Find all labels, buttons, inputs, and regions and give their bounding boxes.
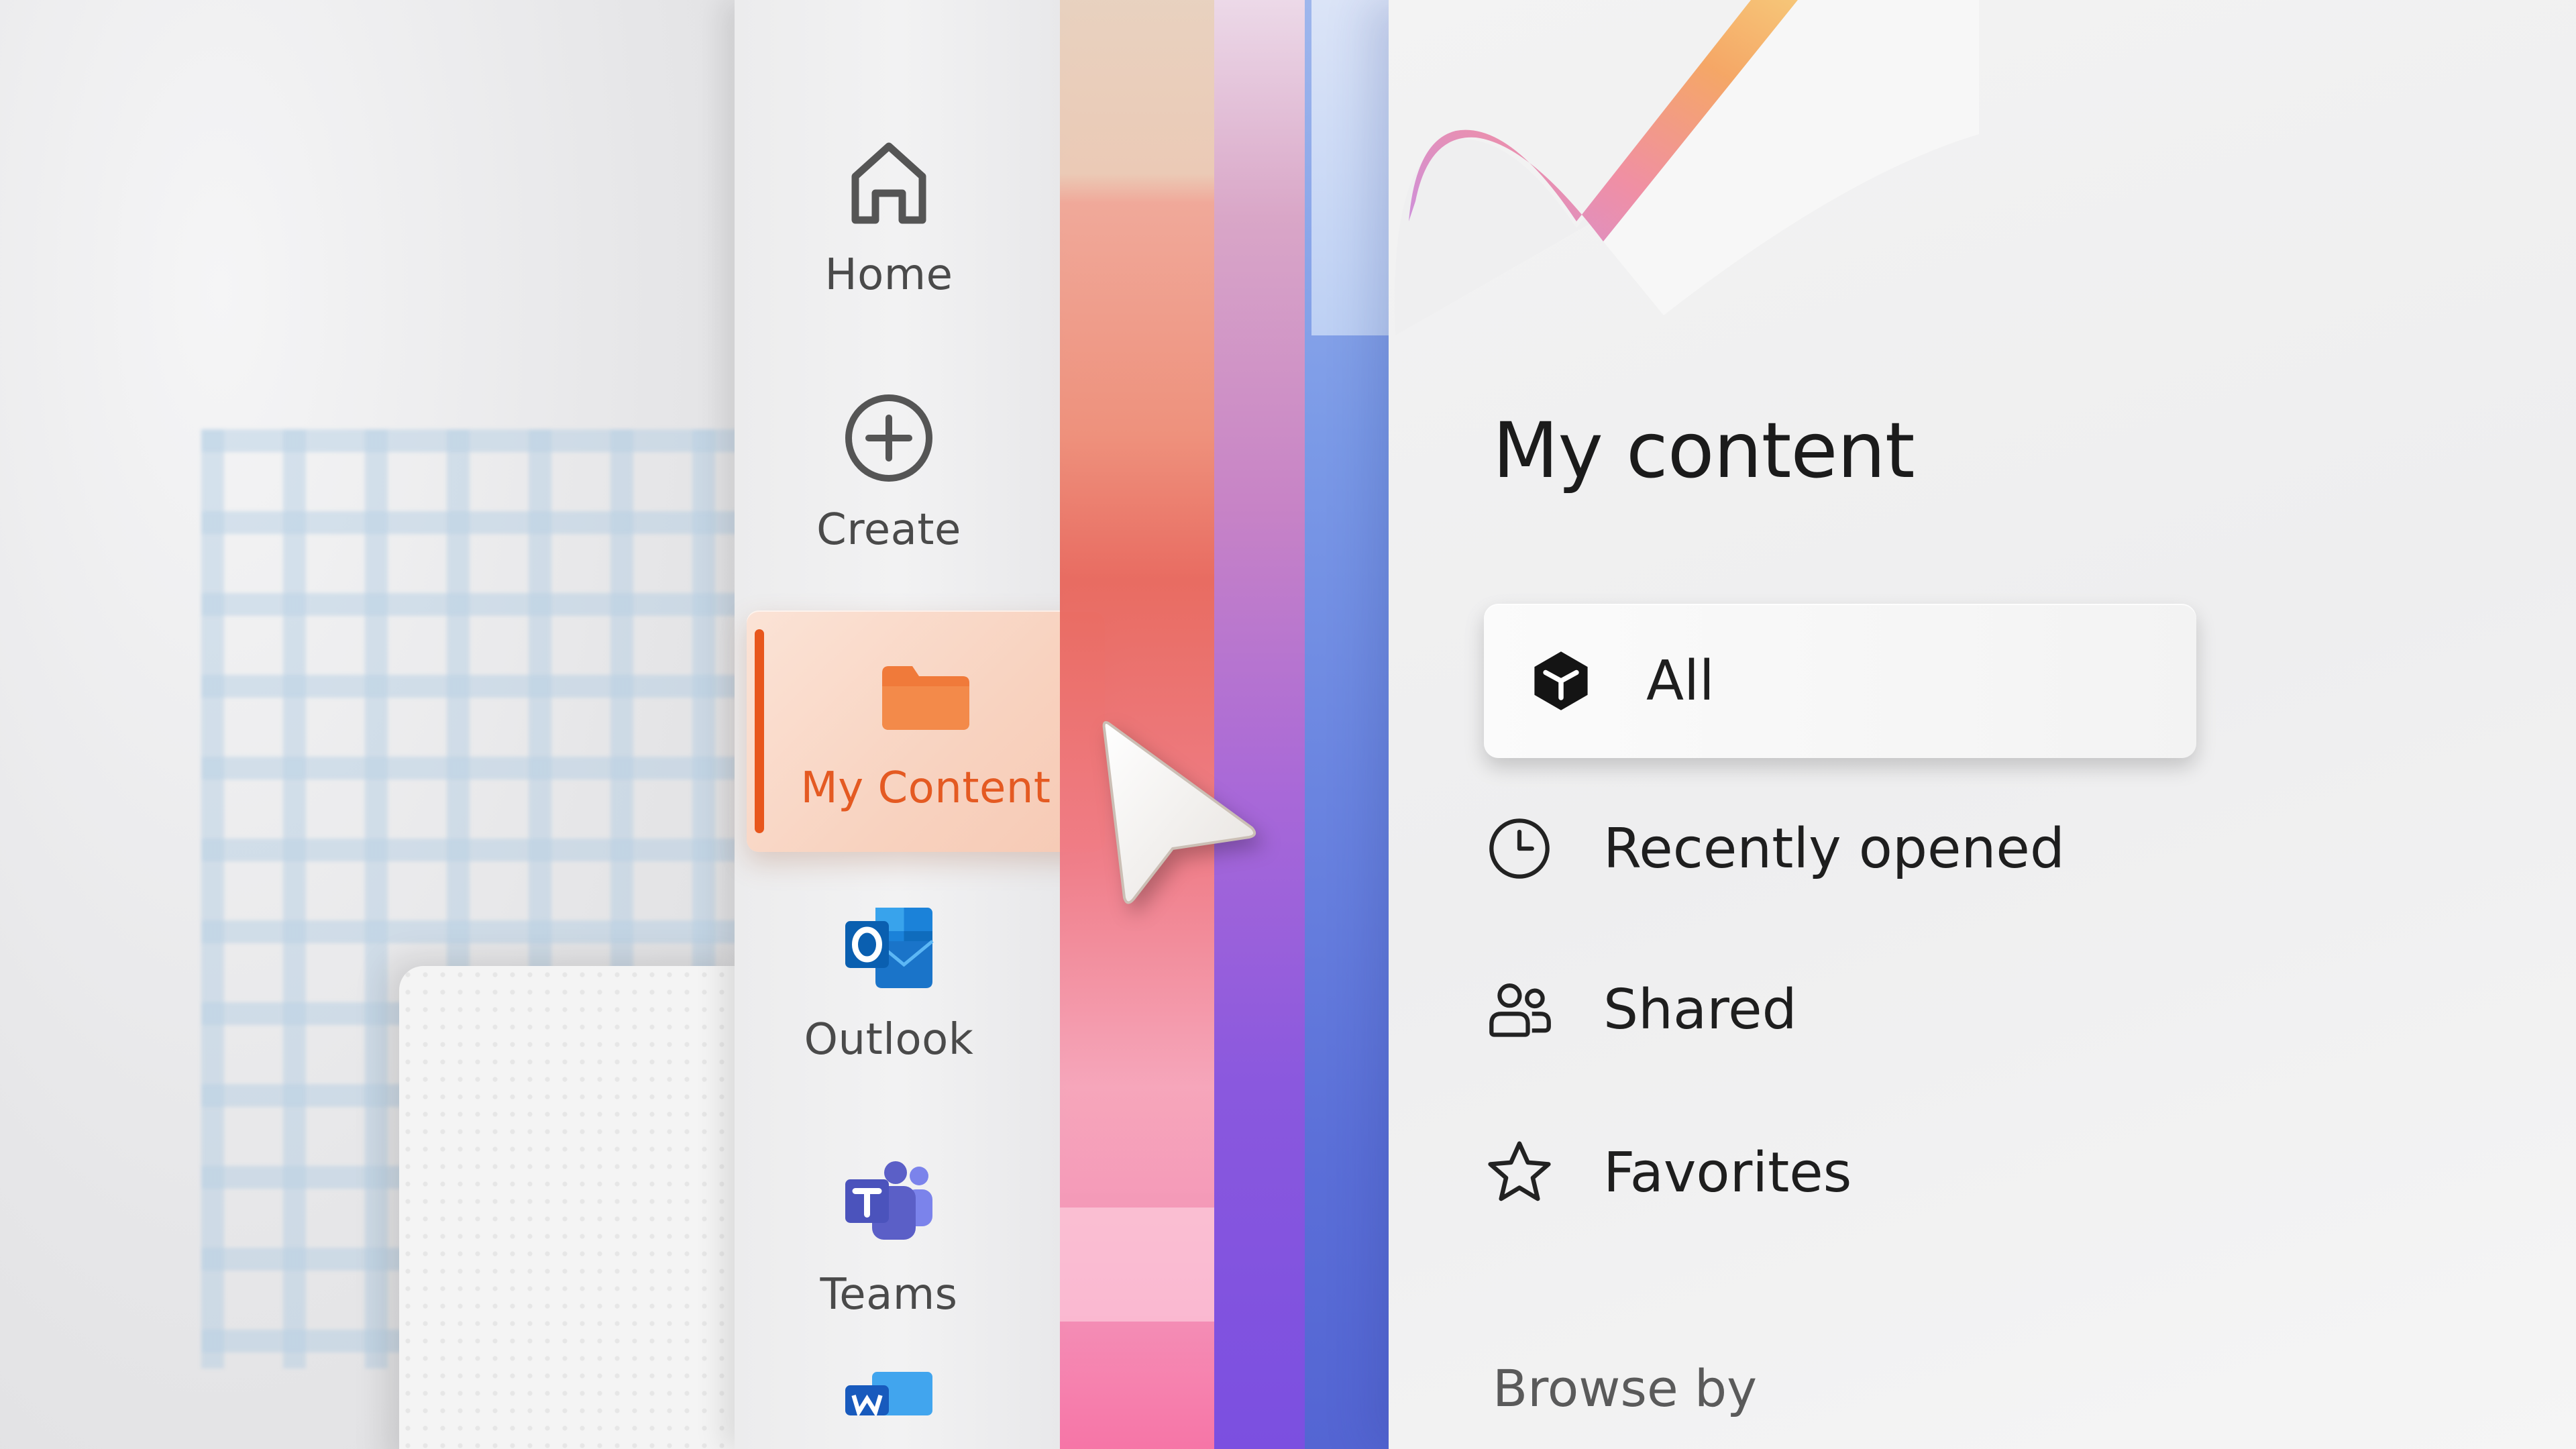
filter-favorites[interactable]: Favorites (1483, 1106, 2194, 1240)
people-icon (1483, 973, 1556, 1046)
star-icon (1483, 1136, 1556, 1210)
nav-item-word[interactable] (735, 1368, 1043, 1449)
cube-icon (1524, 644, 1598, 718)
nav-label-teams: Teams (820, 1270, 958, 1320)
nav-label-home: Home (824, 250, 953, 300)
outlook-icon (842, 901, 936, 995)
nav-label-outlook: Outlook (804, 1015, 974, 1065)
nav-item-teams[interactable]: Teams (735, 1127, 1043, 1348)
nav-item-home[interactable]: Home (735, 107, 1043, 329)
clock-icon (1483, 812, 1556, 885)
folder-icon (879, 649, 973, 743)
nav-label-create: Create (816, 505, 961, 555)
browse-by-heading: Browse by (1493, 1358, 1758, 1418)
filter-label-all: All (1646, 649, 1715, 713)
filter-recently-opened[interactable]: Recently opened (1483, 782, 2194, 916)
active-indicator (755, 629, 764, 833)
nav-item-my-content[interactable]: My Content (747, 610, 1105, 852)
page-curl-decoration (1395, 0, 1979, 335)
filter-shared[interactable]: Shared (1483, 943, 2194, 1077)
nav-item-outlook[interactable]: Outlook (735, 872, 1043, 1093)
plus-circle-icon (842, 391, 936, 485)
nav-item-create[interactable]: Create (735, 362, 1043, 584)
filter-label-recently-opened: Recently opened (1603, 816, 2065, 881)
word-icon (842, 1368, 936, 1449)
page-title: My content (1493, 406, 1915, 495)
nav-label-my-content: My Content (800, 763, 1051, 813)
mouse-cursor-icon (1102, 721, 1256, 904)
nav-rail: Home Create My Content Outlook Teams (735, 0, 1105, 1449)
home-icon (842, 136, 936, 230)
filter-label-favorites: Favorites (1603, 1140, 1852, 1205)
filter-label-shared: Shared (1603, 977, 1797, 1042)
teams-icon (842, 1156, 936, 1250)
filter-all[interactable]: All (1484, 604, 2196, 758)
decorative-card (399, 966, 748, 1449)
